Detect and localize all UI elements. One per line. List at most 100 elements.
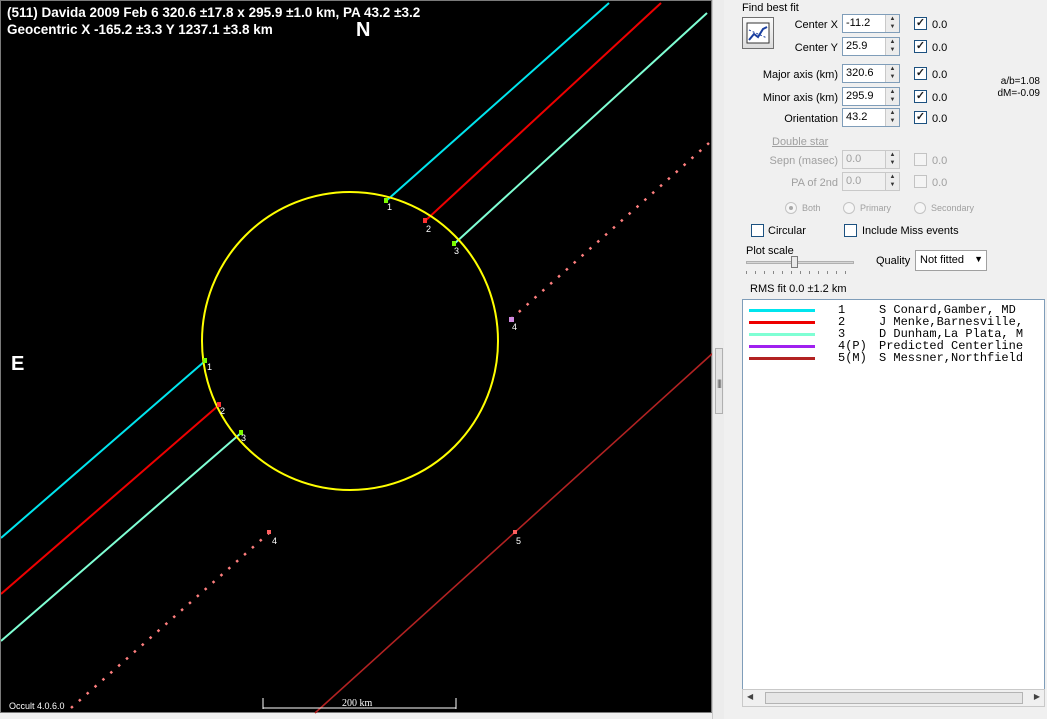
slider-ticks [746, 271, 854, 274]
major-axis-input[interactable]: 320.6 ▲ ▼ [842, 64, 900, 83]
version-label: Occult 4.0.6.0 [9, 701, 65, 711]
scale-label: 200 km [342, 698, 373, 709]
major-axis-step: 0.0 [932, 69, 948, 81]
chord-label: 5 [516, 536, 522, 546]
radio-secondary[interactable] [914, 202, 926, 214]
predicted-limit-lower [70, 532, 270, 709]
pa2-step: 0.0 [932, 177, 948, 189]
spin-arrows-icon[interactable]: ▲ ▼ [885, 65, 899, 82]
axis-ratio: a/b=1.08 [1000, 76, 1040, 87]
minor-axis-input[interactable]: 295.9 ▲ ▼ [842, 87, 900, 106]
spin-arrows-icon[interactable]: ▲ ▼ [885, 88, 899, 105]
chord-label: 3 [241, 433, 247, 443]
center-x-input[interactable]: -11.2 ▲ ▼ [842, 14, 900, 33]
legend-observer: S Messner,Northfield [879, 351, 1024, 365]
legend-swatch [749, 357, 815, 360]
occultation-plot[interactable]: (511) Davida 2009 Feb 6 320.6 ±17.8 x 29… [0, 0, 713, 714]
orientation-input[interactable]: 43.2 ▲ ▼ [842, 108, 900, 127]
scroll-thumb[interactable] [765, 692, 1023, 704]
radio-both[interactable] [785, 202, 797, 214]
predicted-limit-upper [510, 142, 710, 320]
minor-axis-checkbox[interactable]: ✓ [914, 90, 927, 103]
plot-scale-thumb[interactable] [791, 256, 798, 268]
circular-label: Circular [768, 225, 806, 237]
chord-label: 2 [220, 406, 226, 416]
sepn-step: 0.0 [932, 155, 948, 167]
rms-fit: RMS fit 0.0 ±1.2 km [750, 283, 847, 295]
major-axis-checkbox[interactable]: ✓ [914, 67, 927, 80]
double-star-title: Double star [772, 136, 829, 148]
circular-checkbox[interactable] [751, 224, 764, 237]
chord-1-upper [385, 2, 610, 202]
splitter-grip[interactable]: ||| [715, 348, 723, 414]
center-x-label: Center X [794, 19, 838, 31]
spin-arrows-icon[interactable]: ▲ ▼ [885, 151, 899, 168]
chord-label: 3 [454, 246, 460, 256]
orientation-checkbox[interactable]: ✓ [914, 111, 927, 124]
pa2-label: PA of 2nd [791, 177, 838, 189]
fitted-ellipse [201, 191, 499, 491]
scroll-right-icon[interactable]: ▶ [1034, 692, 1040, 701]
spin-arrows-icon[interactable]: ▲ ▼ [885, 109, 899, 126]
chord-2-upper [424, 2, 662, 222]
chord-label: 1 [207, 362, 213, 372]
pa2-input[interactable]: 0.0 ▲ ▼ [842, 172, 900, 191]
east-label: E [11, 353, 25, 375]
include-miss-label: Include Miss events [862, 225, 959, 237]
event-title: (511) Davida 2009 Feb 6 320.6 ±17.8 x 29… [7, 5, 421, 20]
chord-label: 4 [272, 536, 278, 546]
orientation-label: Orientation [784, 113, 838, 125]
legend-swatch [749, 321, 815, 324]
center-y-input[interactable]: 25.9 ▲ ▼ [842, 37, 900, 56]
plot-scale-slider[interactable] [746, 261, 854, 264]
sepn-input[interactable]: 0.0 ▲ ▼ [842, 150, 900, 169]
sepn-label: Sepn (masec) [769, 155, 838, 167]
plot-scale-label: Plot scale [746, 245, 794, 257]
minor-axis-step: 0.0 [932, 92, 948, 104]
chord-2-lower [1, 404, 220, 595]
delta-magnitude: dM=-0.09 [997, 88, 1040, 99]
scroll-left-icon[interactable]: ◀ [747, 692, 753, 701]
chord-label: 2 [426, 224, 432, 234]
panel-splitter[interactable]: ||| [712, 0, 724, 719]
geocentric-coords: Geocentric X -165.2 ±3.3 Y 1237.1 ±3.8 k… [7, 22, 273, 37]
legend-swatch [749, 345, 815, 348]
orientation-step: 0.0 [932, 113, 948, 125]
legend-swatch [749, 309, 815, 312]
spin-arrows-icon[interactable]: ▲ ▼ [885, 15, 899, 32]
plot-canvas [1, 2, 713, 714]
center-x-step: 0.0 [932, 19, 948, 31]
chord-label: 4 [512, 322, 518, 332]
spin-arrows-icon[interactable]: ▲ ▼ [885, 38, 899, 55]
quality-label: Quality [876, 255, 911, 267]
pa2-checkbox[interactable] [914, 175, 927, 188]
chord-3-upper [453, 12, 708, 245]
north-label: N [356, 19, 371, 41]
center-y-label: Center Y [794, 42, 838, 54]
chord-1-lower [1, 360, 206, 539]
quality-select[interactable]: Not fitted ▼ [915, 250, 987, 271]
fit-panel: Find best fit Center X -11.2 ▲ ▼ ✓ 0.0 Cen… [724, 0, 1047, 719]
radio-primary[interactable] [843, 202, 855, 214]
legend-hscrollbar[interactable]: ◀ ▶ [742, 689, 1045, 707]
radio-primary-label: Primary [860, 203, 891, 213]
chord-markers [203, 198, 517, 534]
radio-both-label: Both [802, 203, 821, 213]
major-axis-label: Major axis (km) [762, 69, 838, 81]
chord-3-lower [1, 432, 242, 642]
include-miss-checkbox[interactable] [844, 224, 857, 237]
radio-secondary-label: Secondary [931, 203, 975, 213]
minor-axis-label: Minor axis (km) [762, 92, 838, 104]
legend-row[interactable]: 5(M) S Messner,Northfield [743, 351, 1044, 365]
chord-label: 1 [387, 202, 393, 212]
sepn-checkbox[interactable] [914, 153, 927, 166]
center-y-checkbox[interactable]: ✓ [914, 40, 927, 53]
center-y-step: 0.0 [932, 42, 948, 54]
find-best-fit-label: Find best fit [742, 2, 799, 14]
spin-arrows-icon[interactable]: ▲ ▼ [885, 173, 899, 190]
center-x-checkbox[interactable]: ✓ [914, 17, 927, 30]
legend-number: 5(M) [838, 351, 867, 365]
chevron-down-icon: ▼ [974, 254, 983, 264]
legend-swatch [749, 333, 815, 336]
observer-legend[interactable]: 1 S Conard,Gamber, MD 2 J Menke,Barnesvi… [742, 299, 1045, 707]
